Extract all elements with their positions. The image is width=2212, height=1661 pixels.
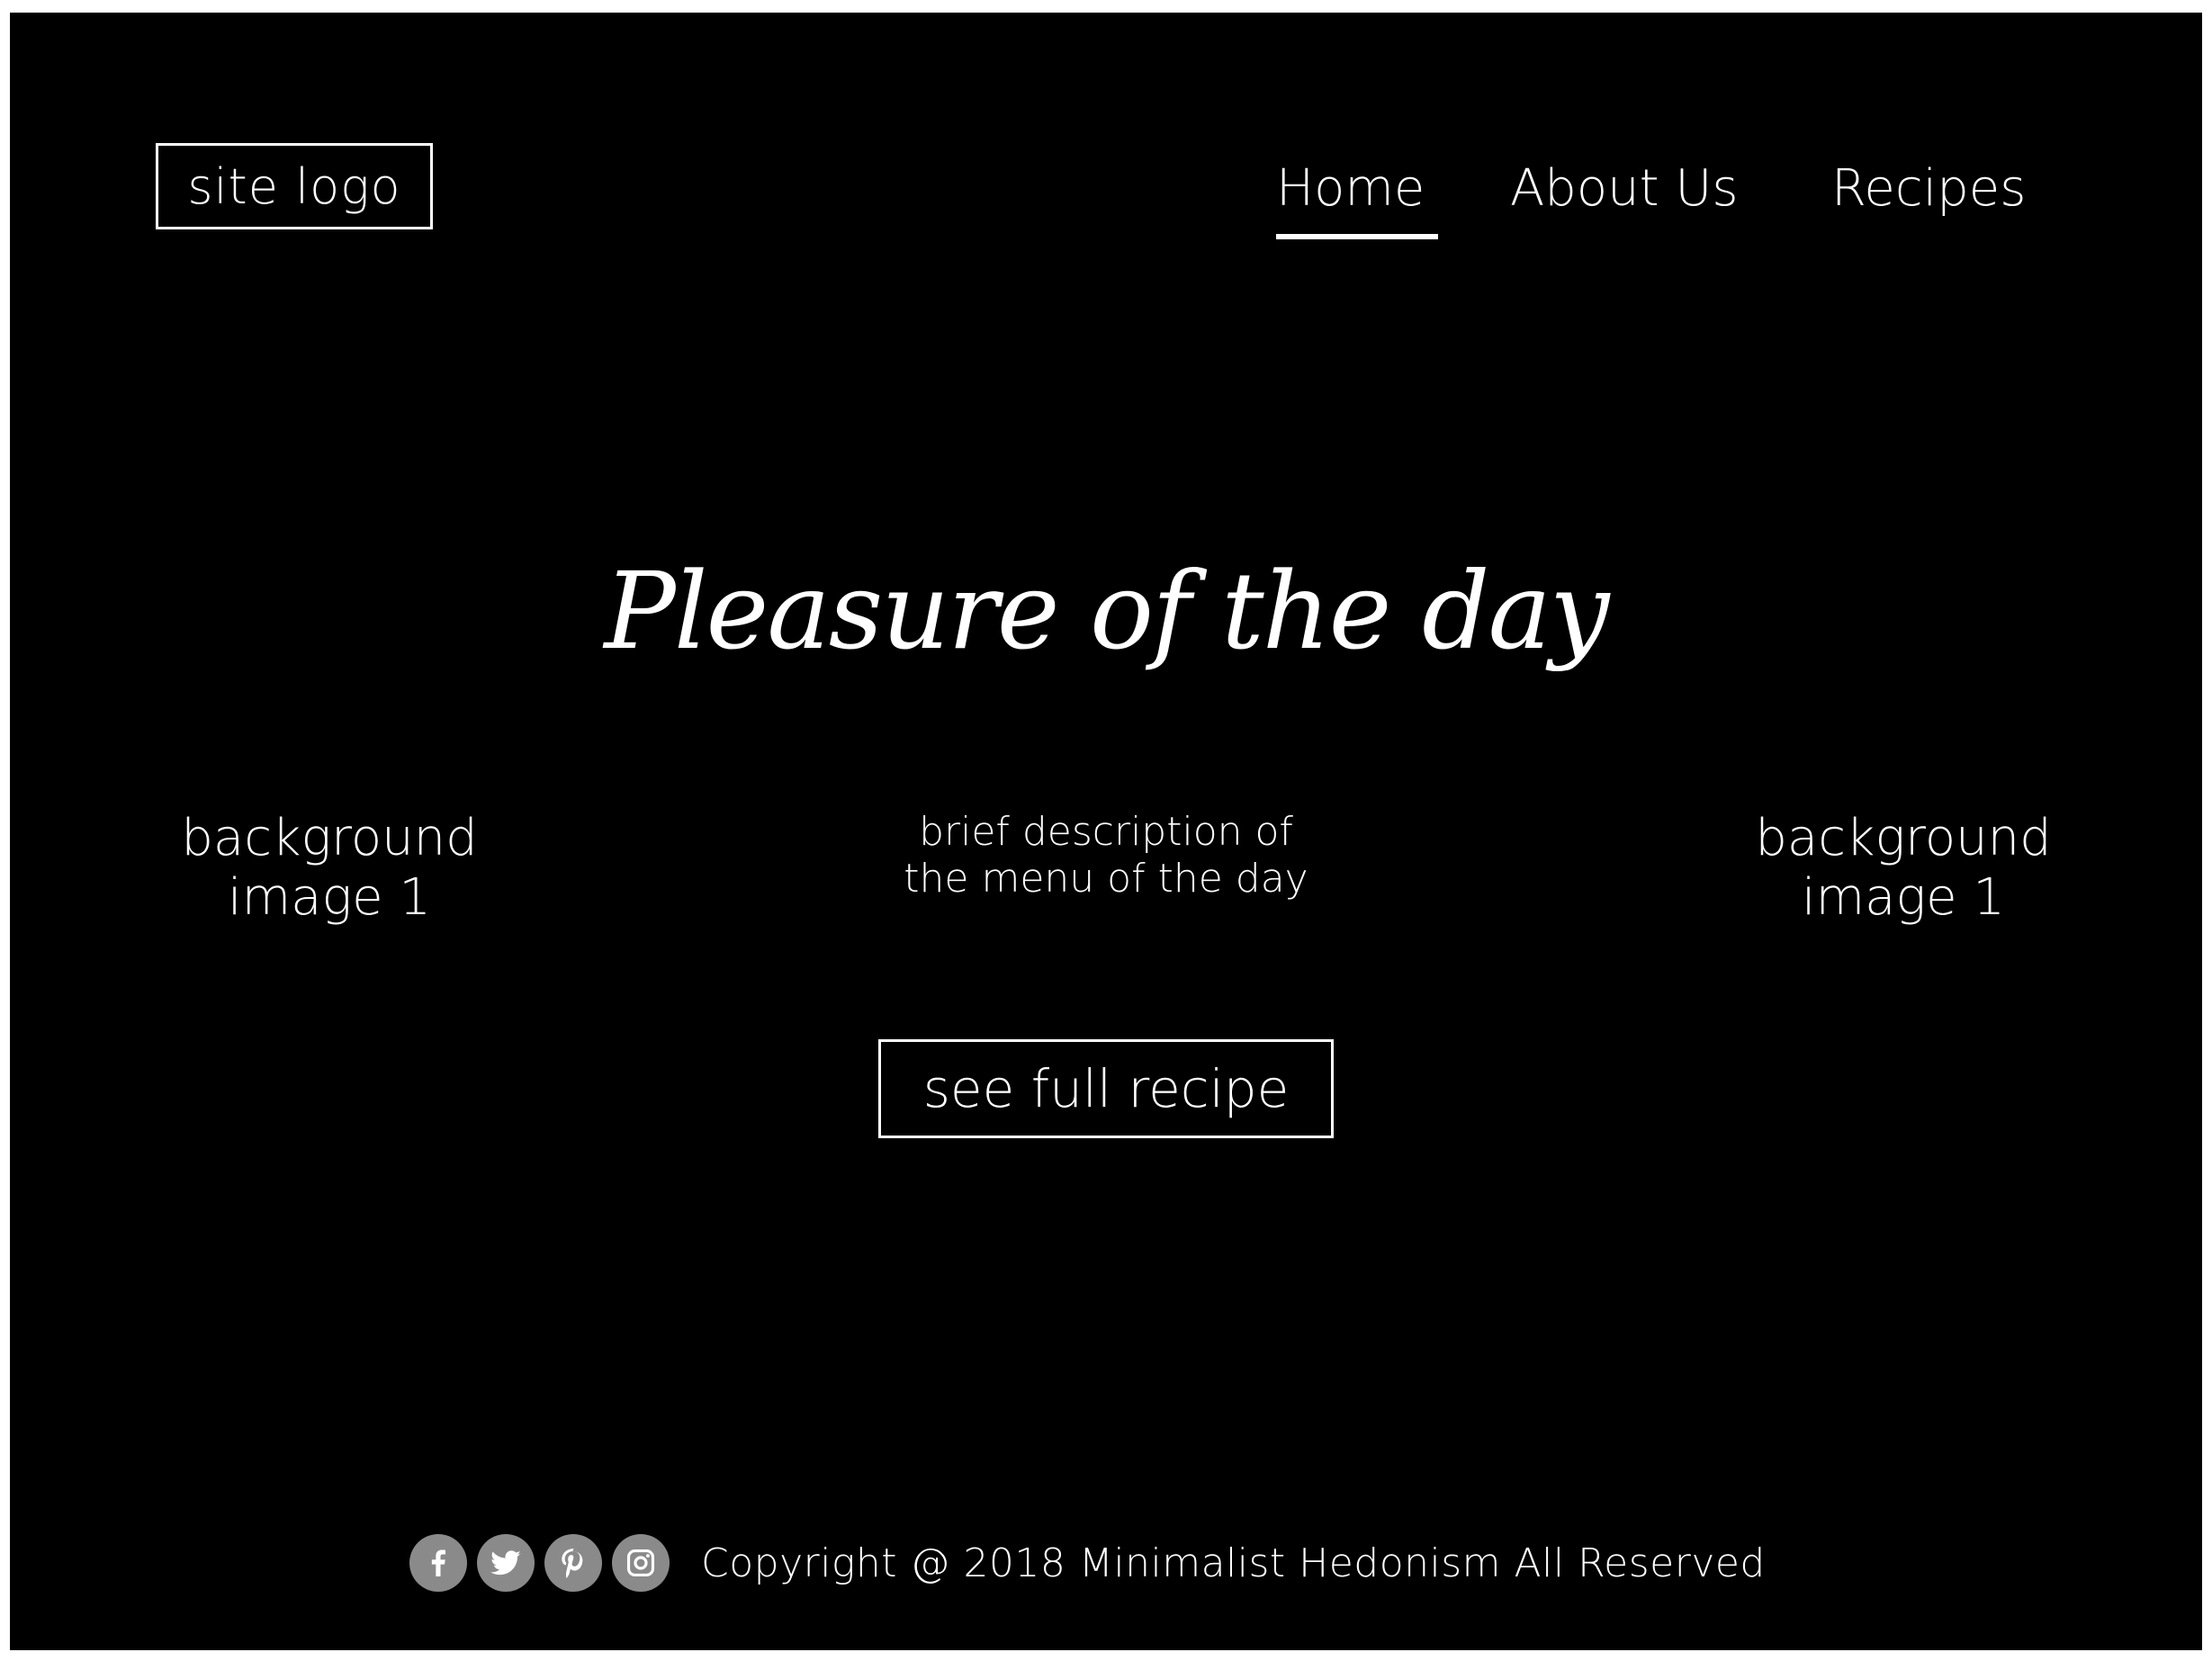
see-full-recipe-button[interactable]: see full recipe xyxy=(878,1039,1334,1138)
see-full-recipe-label: see full recipe xyxy=(922,1058,1290,1119)
main-nav: Home About Us Recipes xyxy=(10,164,2202,245)
pinterest-icon[interactable] xyxy=(544,1534,602,1592)
copyright-text: Copyright @ 2018 Minimalist Hedonism All… xyxy=(701,1540,1766,1586)
page-frame: site logo Home About Us Recipes Pleasure… xyxy=(10,13,2202,1650)
background-image-right: background image 1 xyxy=(1723,809,2083,928)
background-image-right-line1: background xyxy=(1755,809,2052,867)
footer: Copyright @ 2018 Minimalist Hedonism All… xyxy=(409,1531,1766,1594)
hero-title: Pleasure of the day xyxy=(604,549,1609,673)
nav-home-active-indicator xyxy=(1276,234,1438,239)
background-image-right-line2: image 1 xyxy=(1802,868,2005,927)
facebook-icon[interactable] xyxy=(409,1534,467,1592)
nav-about-us[interactable]: About Us xyxy=(1510,164,1739,214)
nav-recipes[interactable]: Recipes xyxy=(1831,164,2026,214)
twitter-icon[interactable] xyxy=(477,1534,535,1592)
nav-home[interactable]: Home xyxy=(1276,164,1425,214)
instagram-icon[interactable] xyxy=(612,1534,670,1592)
